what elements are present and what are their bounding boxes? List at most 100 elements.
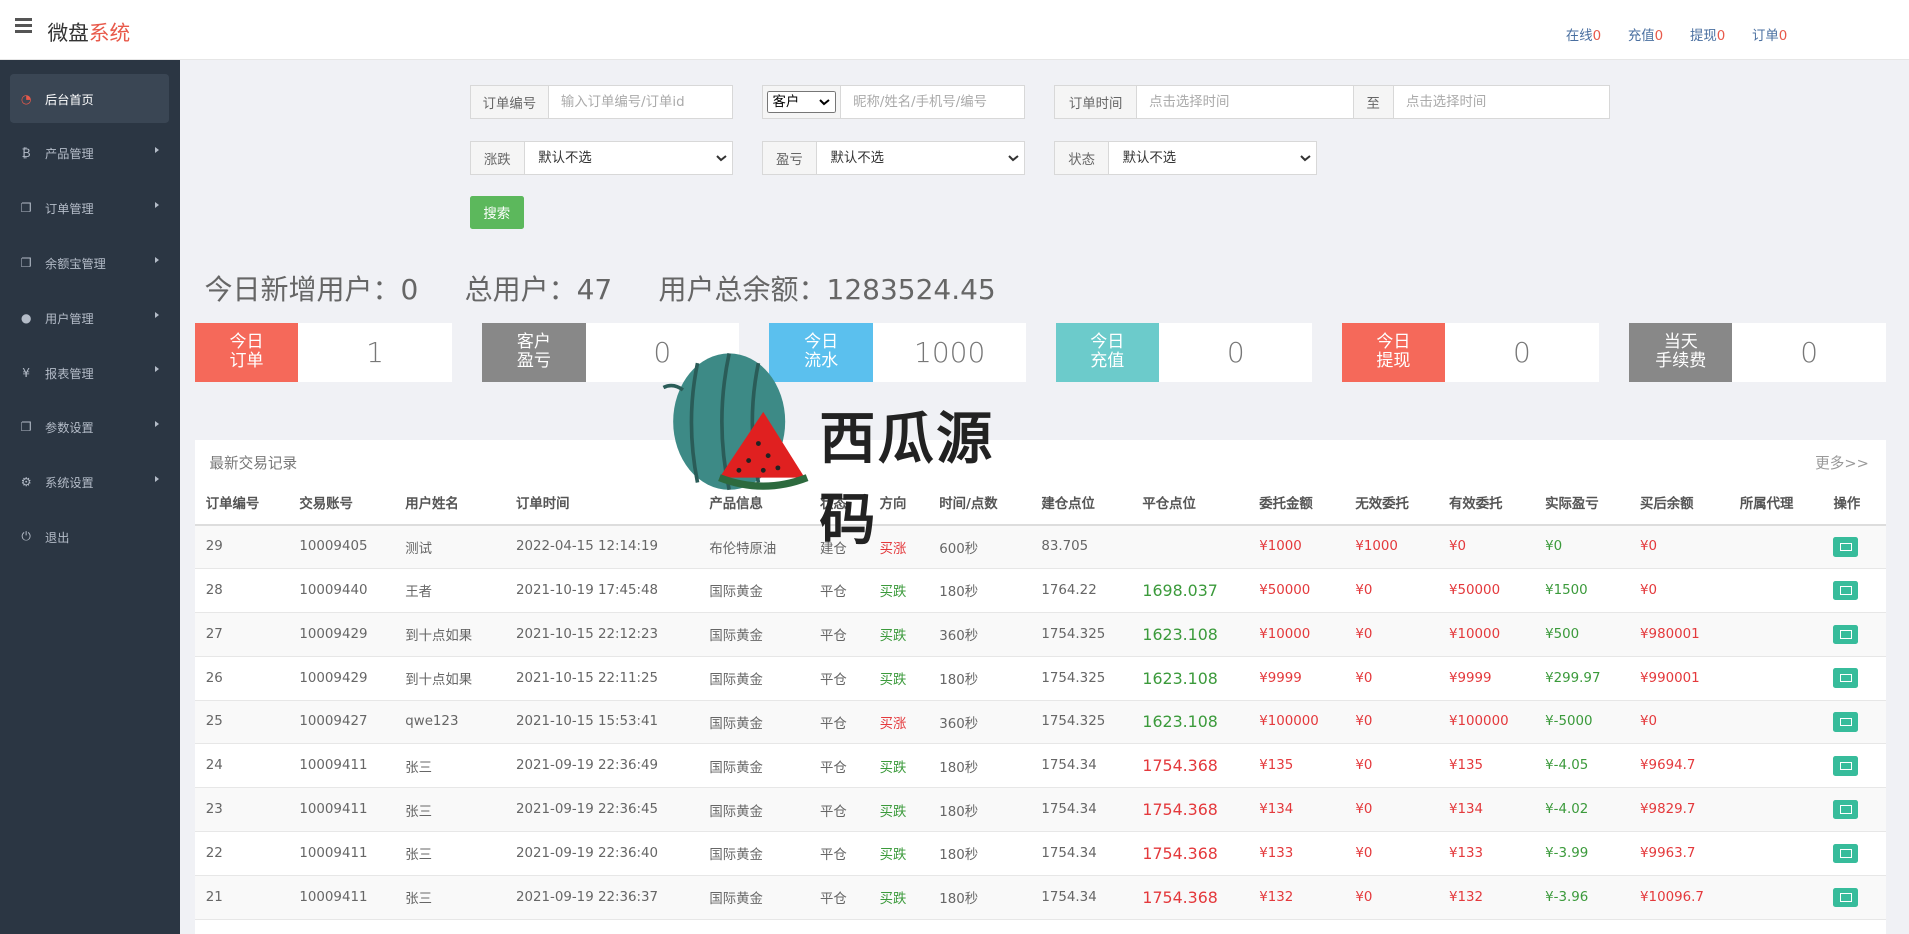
top-link-online[interactable]: 在线0 bbox=[1566, 24, 1601, 44]
cell-action bbox=[1822, 831, 1886, 876]
order-no-filter: 订单编号 bbox=[469, 85, 733, 120]
sidebar-item-products[interactable]: ₿ 产品管理 bbox=[10, 129, 169, 178]
sidebar-item-system[interactable]: ⚙ 系统设置 bbox=[10, 458, 169, 507]
order-time-start-input[interactable] bbox=[1136, 86, 1353, 119]
sidebar-item-orders[interactable]: ❐ 订单管理 bbox=[10, 184, 169, 233]
cell-dur: 180秒 bbox=[928, 875, 1031, 920]
sidebar-item-reports[interactable]: ¥ 报表管理 bbox=[10, 348, 169, 397]
cell-time: 2021-10-15 15:53:41 bbox=[505, 700, 699, 745]
card-today-withdraw: 今日 提现 0 bbox=[1341, 322, 1599, 383]
cell-valid: ¥132 bbox=[1438, 875, 1535, 920]
cell-acct: 10009440 bbox=[288, 568, 395, 613]
hamburger-menu-icon[interactable] bbox=[14, 18, 32, 33]
sidebar: ◔ 后台首页 ₿ 产品管理 ❐ 订单管理 ❐ 余额宝管理 ● 用户管理 ¥ 报表管理 ❐ 参数… bbox=[0, 59, 181, 934]
power-icon: ⏻ bbox=[21, 529, 31, 544]
status-select[interactable]: 默认不选 bbox=[1108, 142, 1317, 175]
customer-input[interactable] bbox=[840, 86, 1025, 119]
cell-product: 国际黄金 bbox=[698, 875, 810, 920]
detail-button[interactable] bbox=[1833, 712, 1858, 732]
cell-acct: 10009411 bbox=[288, 743, 395, 789]
cell-product: 国际黄金 bbox=[698, 656, 810, 701]
column-header: 建仓点位 bbox=[1030, 480, 1132, 526]
cell-name: 到十点如果 bbox=[394, 656, 506, 701]
top-link-withdraw[interactable]: 提现0 bbox=[1690, 24, 1725, 44]
detail-button[interactable] bbox=[1833, 624, 1858, 645]
cell-time: 2021-10-15 22:11:25 bbox=[505, 656, 699, 701]
order-time-filter: 订单时间 bbox=[1054, 85, 1354, 120]
brand-accent: 系统 bbox=[88, 20, 131, 45]
order-no-label: 订单编号 bbox=[470, 86, 549, 119]
cell-invalid: ¥0 bbox=[1344, 787, 1439, 833]
cell-bal: ¥10096.7 bbox=[1629, 875, 1729, 920]
column-header: 交易账号 bbox=[288, 480, 395, 526]
detail-button[interactable] bbox=[1833, 537, 1858, 557]
card-customer-pnl: 客户 盈亏 0 bbox=[482, 322, 740, 383]
column-header: 操作 bbox=[1822, 480, 1886, 526]
cell-agent bbox=[1728, 656, 1823, 701]
detail-button[interactable] bbox=[1833, 887, 1858, 907]
cell-pnl: ¥-3.96 bbox=[1534, 875, 1630, 920]
cell-amt: ¥134 bbox=[1248, 787, 1345, 833]
order-time-end-input[interactable] bbox=[1393, 86, 1609, 119]
cell-name: 张三 bbox=[394, 875, 506, 920]
card-today-orders: 今日 订单 1 bbox=[194, 322, 452, 383]
top-link-orders[interactable]: 订单0 bbox=[1752, 24, 1787, 44]
rise-fall-select[interactable]: 默认不选 bbox=[524, 142, 732, 175]
cell-name: 张三 bbox=[394, 787, 506, 833]
cell-agent bbox=[1728, 831, 1823, 876]
detail-button[interactable] bbox=[1833, 668, 1858, 688]
cell-valid: ¥10000 bbox=[1438, 612, 1535, 657]
column-header: 产品信息 bbox=[698, 480, 810, 526]
cell-valid: ¥133 bbox=[1438, 831, 1535, 876]
cell-agent bbox=[1728, 787, 1823, 833]
cell-pnl: ¥1500 bbox=[1534, 568, 1630, 613]
top-link-recharge[interactable]: 充值0 bbox=[1628, 24, 1663, 44]
detail-button[interactable] bbox=[1833, 580, 1858, 601]
profit-select[interactable]: 默认不选 bbox=[816, 142, 1025, 175]
cell-dur: 180秒 bbox=[928, 568, 1031, 613]
cell-action bbox=[1822, 787, 1886, 833]
cell-action bbox=[1822, 568, 1886, 613]
table-row: 27 10009429 到十点如果 2021-10-15 22:12:23 国际黄金 平仓… bbox=[194, 612, 1886, 657]
card-value: 0 bbox=[653, 335, 672, 369]
sidebar-item-params[interactable]: ❐ 参数设置 bbox=[10, 403, 169, 452]
detail-button[interactable] bbox=[1833, 843, 1858, 864]
cell-amt: ¥1000 bbox=[1248, 524, 1345, 570]
customer-type-select[interactable]: 客户 bbox=[767, 91, 836, 114]
cell-pnl: ¥-5000 bbox=[1534, 700, 1630, 745]
gears-icon: ⚙ bbox=[20, 475, 32, 490]
cell-dur: 360秒 bbox=[928, 700, 1031, 745]
detail-icon bbox=[1839, 630, 1852, 639]
card-head: 今日 提现 bbox=[1341, 322, 1446, 383]
more-link[interactable]: 更多>> bbox=[1815, 452, 1869, 473]
cell-dur: 180秒 bbox=[928, 787, 1031, 833]
panel-title: 最新交易记录 bbox=[209, 454, 298, 472]
order-no-input[interactable] bbox=[548, 86, 732, 119]
cell-bal: ¥0 bbox=[1629, 524, 1729, 570]
cell-dir: 买跌 bbox=[868, 612, 929, 657]
latest-trades-panel: 最新交易记录 更多>> 订单编号 交易账号 用户姓名 订单时间 产品信息 状态 方向 时间/点… bbox=[194, 439, 1886, 934]
cell-name: 张三 bbox=[394, 743, 506, 789]
cell-status: 平仓 bbox=[809, 787, 869, 833]
sidebar-item-dashboard[interactable]: ◔ 后台首页 bbox=[9, 74, 170, 123]
card-head: 今日 流水 bbox=[769, 322, 873, 383]
cell-bal: ¥9829.7 bbox=[1629, 787, 1729, 833]
sidebar-item-yuebao[interactable]: ❐ 余额宝管理 bbox=[10, 239, 169, 288]
cell-bal: ¥980001 bbox=[1629, 612, 1729, 657]
cell-product: 国际黄金 bbox=[698, 743, 810, 789]
copy-icon: ❐ bbox=[20, 255, 32, 270]
cell-amt: ¥10000 bbox=[1248, 612, 1345, 657]
table-row: 22 10009411 张三 2021-09-19 22:36:40 国际黄金 平仓 买跌 1… bbox=[194, 831, 1886, 876]
cell-dir: 买跌 bbox=[868, 568, 929, 613]
cell-time: 2021-10-19 17:45:48 bbox=[505, 568, 699, 613]
search-button[interactable]: 搜索 bbox=[469, 196, 524, 229]
cell-bal: ¥0 bbox=[1629, 568, 1729, 613]
cell-close bbox=[1131, 524, 1249, 570]
detail-button[interactable] bbox=[1833, 756, 1858, 776]
sidebar-item-logout[interactable]: ⏻ 退出 bbox=[10, 513, 169, 562]
sidebar-item-users[interactable]: ● 用户管理 bbox=[10, 293, 169, 342]
caret-right-icon bbox=[155, 147, 160, 154]
cell-time: 2021-09-19 22:36:37 bbox=[505, 875, 699, 920]
detail-button[interactable] bbox=[1833, 799, 1858, 820]
cell-open: 1754.34 bbox=[1030, 875, 1132, 920]
